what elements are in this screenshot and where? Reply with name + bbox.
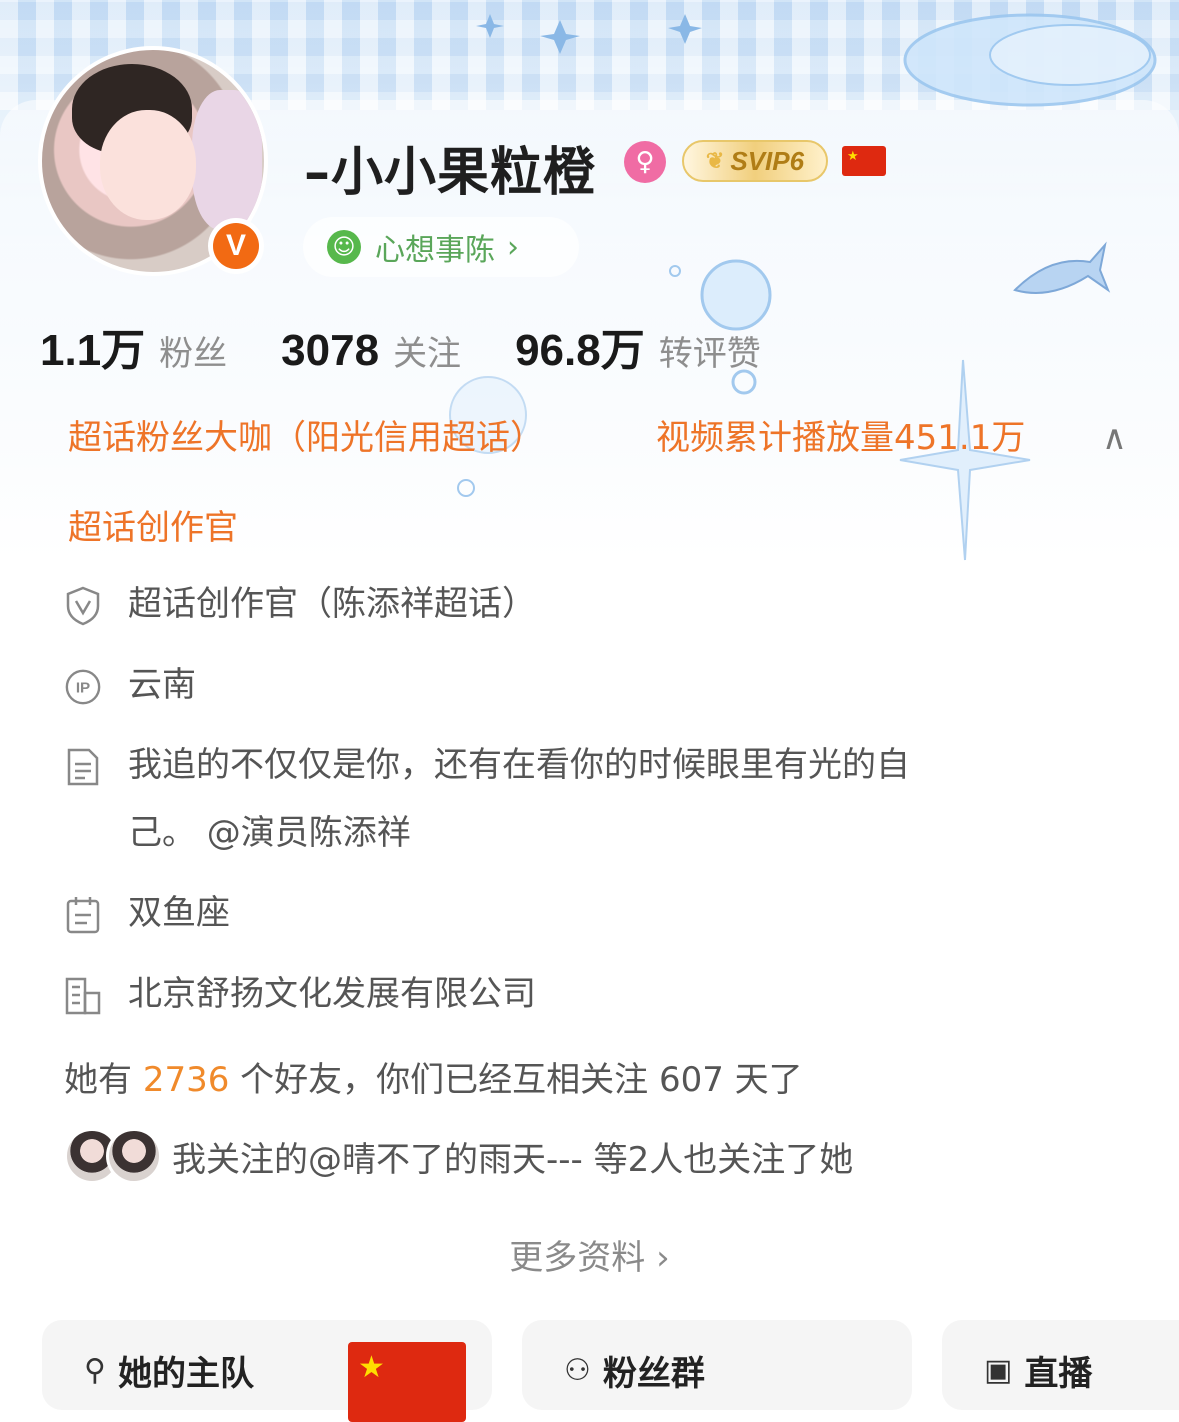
more-info-link[interactable]: 更多资料 › bbox=[0, 1230, 1179, 1279]
mood-button[interactable]: ☺ 心想事陈 › bbox=[303, 217, 579, 277]
sparkle-decoration bbox=[899, 359, 1031, 561]
bio-line-1: 我追的不仅仅是你，还有在看你的时候眼里有光的自 bbox=[128, 745, 910, 785]
team-icon: ⚲ bbox=[84, 1353, 106, 1388]
chevron-right-icon: › bbox=[507, 229, 519, 265]
stat-following[interactable]: 3078 关注 bbox=[281, 326, 461, 376]
svip-badge[interactable]: ❦ SVIP6 bbox=[682, 140, 828, 182]
stats-row: 1.1万 粉丝 3078 关注 96.8万 转评赞 bbox=[40, 314, 815, 378]
fish-decoration bbox=[1013, 241, 1111, 294]
info-row-company: 北京舒扬文化发展有限公司 bbox=[64, 974, 536, 1028]
info-row-creator: 超话创作官（陈添祥超话） bbox=[64, 584, 536, 638]
china-flag-icon: ★ bbox=[348, 1342, 466, 1422]
friends-summary[interactable]: 她有 2736 个好友，你们已经互相关注 607 天了 bbox=[64, 1052, 803, 1101]
shield-v-icon bbox=[64, 586, 102, 626]
verified-badge-icon: V bbox=[208, 218, 264, 274]
china-flag-icon: ★ bbox=[842, 146, 886, 176]
document-icon bbox=[64, 748, 102, 786]
avatar bbox=[106, 1128, 162, 1184]
info-row-zodiac: 双鱼座 bbox=[64, 893, 230, 947]
profile-name: –小小果粒橙 bbox=[304, 143, 597, 203]
tile-team[interactable]: ⚲ 她的主队 ★ bbox=[42, 1320, 492, 1422]
friend-count: 2736 bbox=[142, 1060, 230, 1100]
tile-live[interactable]: ▣ 直播 bbox=[942, 1320, 1179, 1410]
ip-icon: IP bbox=[64, 668, 102, 706]
stat-followers[interactable]: 1.1万 粉丝 bbox=[40, 314, 227, 378]
calendar-icon bbox=[64, 896, 102, 934]
stat-likes[interactable]: 96.8万 转评赞 bbox=[515, 314, 761, 378]
svg-text:IP: IP bbox=[76, 680, 90, 697]
tag-video-plays[interactable]: 视频累计播放量451.1万 bbox=[656, 410, 1025, 459]
tag-super-fan[interactable]: 超话粉丝大咖（阳光信用超话） bbox=[68, 410, 544, 459]
smile-icon: ☺ bbox=[327, 230, 361, 264]
bio-line-2: 己。 @演员陈添祥 bbox=[128, 813, 411, 853]
tv-icon: ▣ bbox=[984, 1353, 1013, 1388]
female-icon: ♀ bbox=[624, 141, 666, 183]
group-icon: ⚇ bbox=[564, 1353, 591, 1388]
mutual-follow-text: 我关注的@晴不了的雨天--- 等2人也关注了她 bbox=[172, 1139, 854, 1180]
info-row-ip: IP 云南 bbox=[64, 665, 196, 719]
building-icon bbox=[64, 977, 102, 1015]
info-row-bio: 我追的不仅仅是你，还有在看你的时候眼里有光的自 己。 @演员陈添祥 bbox=[64, 745, 910, 867]
mutual-follow-row[interactable]: 我关注的@晴不了的雨天--- 等2人也关注了她 bbox=[64, 1128, 853, 1184]
mood-label: 心想事陈 bbox=[375, 233, 495, 268]
wing-icon: ❦ bbox=[705, 148, 725, 173]
tag-creator[interactable]: 超话创作官 bbox=[68, 500, 238, 549]
tile-fan-group[interactable]: ⚇ 粉丝群 bbox=[522, 1320, 912, 1410]
chevron-up-icon[interactable]: ∧ bbox=[1102, 418, 1127, 458]
